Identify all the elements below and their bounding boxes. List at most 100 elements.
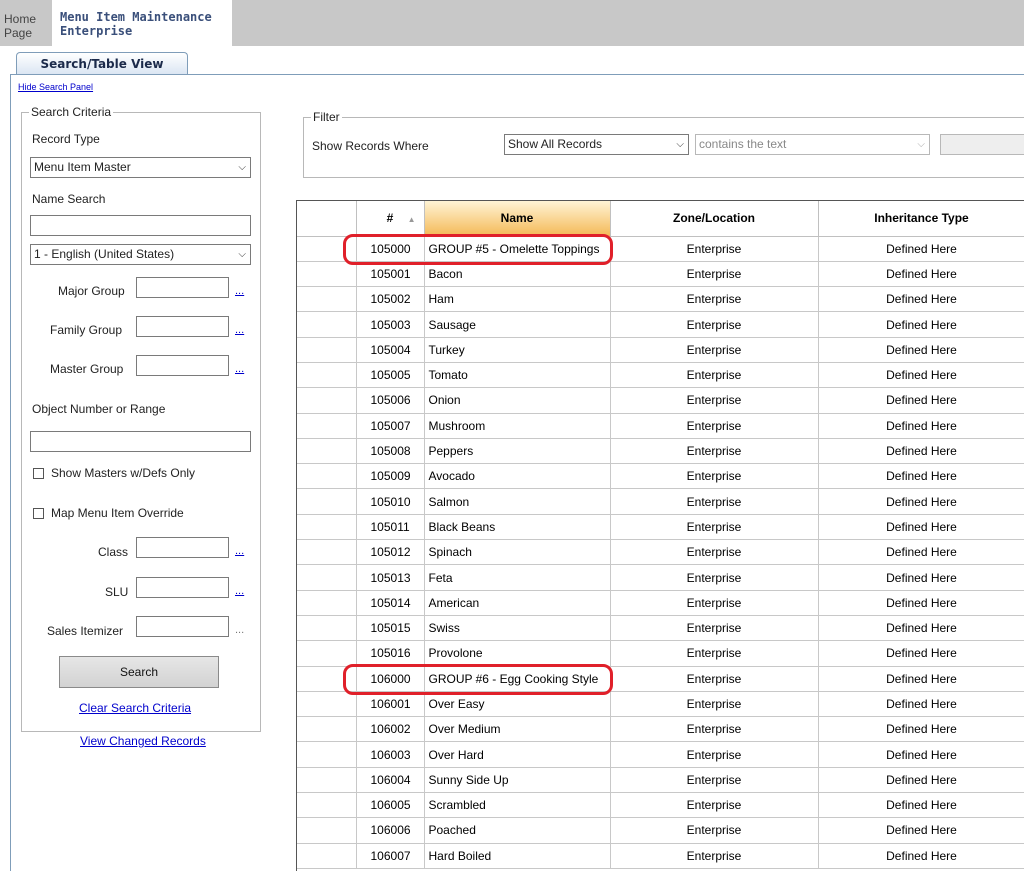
object-number-input[interactable] [30, 431, 251, 452]
hide-search-panel-link[interactable]: Hide Search Panel [18, 82, 93, 92]
cell-inheritance-type: Defined Here [818, 362, 1024, 389]
cell-zone-location: Enterprise [610, 817, 819, 844]
filter-operator-select[interactable]: contains the text ⌵ [695, 134, 930, 155]
cell-number: 105006 [356, 387, 425, 414]
row-header-cell[interactable] [297, 514, 357, 541]
master-group-input[interactable] [136, 355, 229, 376]
table-row[interactable]: 106004 Sunny Side Up Enterprise Defined Her… [297, 767, 1024, 794]
filter-field-value: Show All Records [508, 137, 603, 151]
view-changed-records-link[interactable]: View Changed Records [80, 734, 206, 748]
cell-name: Scrambled [424, 792, 611, 819]
filter-field-select[interactable]: Show All Records ⌵ [504, 134, 689, 155]
row-header-cell[interactable] [297, 438, 357, 465]
major-group-input[interactable] [136, 277, 229, 298]
row-header-cell[interactable] [297, 767, 357, 794]
cell-number: 106006 [356, 817, 425, 844]
family-group-input[interactable] [136, 316, 229, 337]
tab-home-line1: Home [4, 12, 37, 26]
row-header-cell[interactable] [297, 792, 357, 819]
table-row[interactable]: 105015 Swiss Enterprise Defined Here [297, 615, 1024, 642]
clear-search-criteria-link[interactable]: Clear Search Criteria [79, 701, 191, 715]
cell-inheritance-type: Defined Here [818, 261, 1024, 288]
row-header-cell[interactable] [297, 741, 357, 768]
row-header-cell[interactable] [297, 337, 357, 363]
table-row[interactable]: 105003 Sausage Enterprise Defined Here [297, 311, 1024, 338]
show-masters-checkbox[interactable] [33, 468, 44, 479]
table-row[interactable]: 105005 Tomato Enterprise Defined Here [297, 362, 1024, 389]
table-row[interactable]: 106001 Over Easy Enterprise Defined Here [297, 691, 1024, 718]
table-row[interactable]: 105011 Black Beans Enterprise Defined Here [297, 514, 1024, 541]
table-row[interactable]: 105007 Mushroom Enterprise Defined Here [297, 413, 1024, 439]
column-header-zone-location[interactable]: Zone/Location [610, 201, 819, 237]
family-group-browse[interactable]: ... [235, 324, 244, 336]
row-header-cell[interactable] [297, 463, 357, 490]
cell-name: Over Medium [424, 716, 611, 743]
slu-input[interactable] [136, 577, 229, 598]
sales-itemizer-input[interactable] [136, 616, 229, 637]
table-row[interactable]: 106006 Poached Enterprise Defined Here [297, 817, 1024, 844]
cell-name: Avocado [424, 463, 611, 490]
table-row[interactable]: 106007 Hard Boiled Enterprise Defined Here [297, 843, 1024, 869]
row-header-cell[interactable] [297, 640, 357, 667]
row-header-cell[interactable] [297, 286, 357, 313]
row-header-cell[interactable] [297, 539, 357, 566]
table-row[interactable]: 105004 Turkey Enterprise Defined Here [297, 337, 1024, 363]
table-row[interactable]: 106003 Over Hard Enterprise Defined Here [297, 741, 1024, 768]
row-header-cell[interactable] [297, 691, 357, 718]
cell-inheritance-type: Defined Here [818, 792, 1024, 819]
record-type-select[interactable]: Menu Item Master ⌵ [30, 157, 251, 178]
record-type-label: Record Type [32, 132, 100, 146]
row-header-cell[interactable] [297, 261, 357, 288]
table-row[interactable]: 105002 Ham Enterprise Defined Here [297, 286, 1024, 313]
row-header-cell[interactable] [297, 488, 357, 515]
filter-text-input[interactable] [940, 134, 1024, 155]
major-group-browse[interactable]: ... [235, 285, 244, 297]
column-header-inheritance-type[interactable]: Inheritance Type [818, 201, 1024, 237]
row-header-cell[interactable] [297, 362, 357, 389]
top-tab-bar: Home Page Menu Item Maintenance Enterpri… [0, 0, 1024, 46]
row-header-cell[interactable] [297, 387, 357, 414]
cell-number: 106004 [356, 767, 425, 794]
table-row[interactable]: 106005 Scrambled Enterprise Defined Here [297, 792, 1024, 819]
cell-number: 105007 [356, 413, 425, 439]
row-header-cell[interactable] [297, 817, 357, 844]
cell-inheritance-type: Defined Here [818, 640, 1024, 667]
row-header-cell[interactable] [297, 311, 357, 338]
table-row[interactable]: 105013 Feta Enterprise Defined Here [297, 564, 1024, 591]
cell-zone-location: Enterprise [610, 514, 819, 541]
row-header-cell[interactable] [297, 564, 357, 591]
tab-menu-item-maintenance[interactable]: Menu Item Maintenance Enterprise [52, 0, 232, 46]
master-group-browse[interactable]: ... [235, 363, 244, 375]
table-row[interactable]: 105009 Avocado Enterprise Defined Here [297, 463, 1024, 490]
row-header-cell[interactable] [297, 590, 357, 616]
table-row[interactable]: 105001 Bacon Enterprise Defined Here [297, 261, 1024, 288]
row-header-cell[interactable] [297, 843, 357, 869]
tab-search-table-view[interactable]: Search/Table View [16, 52, 188, 74]
table-row[interactable]: 105008 Peppers Enterprise Defined Here [297, 438, 1024, 465]
slu-browse[interactable]: ... [235, 585, 244, 597]
column-header-zone-label: Zone/Location [673, 211, 755, 226]
language-select[interactable]: 1 - English (United States) ⌵ [30, 244, 251, 265]
tab-home-page[interactable]: Home Page [4, 12, 46, 40]
table-body: 105000 GROUP #5 - Omelette Toppings Enterp… [297, 236, 1024, 869]
table-row[interactable]: 105016 Provolone Enterprise Defined Here [297, 640, 1024, 667]
map-override-checkbox[interactable] [33, 508, 44, 519]
cell-number: 106007 [356, 843, 425, 869]
table-row[interactable]: 105006 Onion Enterprise Defined Here [297, 387, 1024, 414]
table-row[interactable]: 106002 Over Medium Enterprise Defined Here [297, 716, 1024, 743]
column-header-number[interactable]: # ▲ [356, 201, 425, 237]
table-row[interactable]: 105010 Salmon Enterprise Defined Here [297, 488, 1024, 515]
row-header-cell[interactable] [297, 413, 357, 439]
name-search-input[interactable] [30, 215, 251, 236]
records-grid: # ▲ Name Zone/Location Inheritance Type 1… [296, 200, 1024, 871]
row-header-cell[interactable] [297, 716, 357, 743]
table-row[interactable]: 105014 American Enterprise Defined Here [297, 590, 1024, 616]
search-button[interactable]: Search [59, 656, 219, 688]
cell-inheritance-type: Defined Here [818, 564, 1024, 591]
class-input[interactable] [136, 537, 229, 558]
class-browse[interactable]: ... [235, 545, 244, 557]
table-row[interactable]: 105012 Spinach Enterprise Defined Here [297, 539, 1024, 566]
master-group-label: Master Group [50, 362, 124, 376]
row-header-cell[interactable] [297, 615, 357, 642]
column-header-name[interactable]: Name [424, 201, 611, 237]
